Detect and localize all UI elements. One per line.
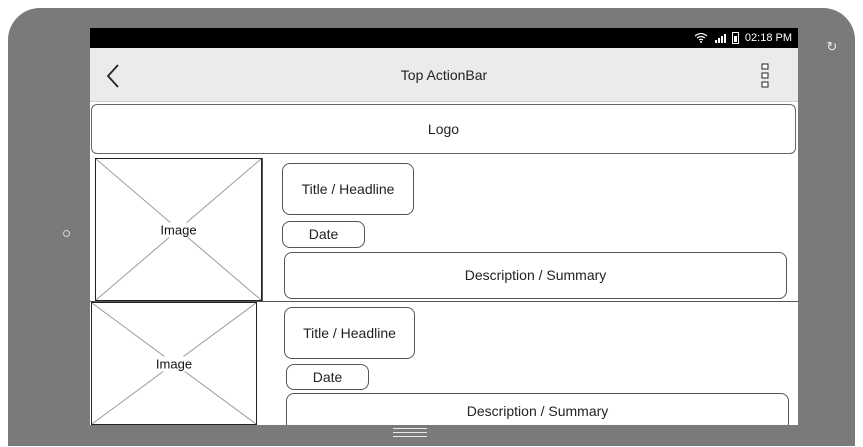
description-summary[interactable]: Description / Summary	[284, 252, 787, 299]
home-dot-icon[interactable]	[63, 230, 70, 237]
battery-icon	[731, 32, 739, 44]
signal-icon	[714, 34, 726, 43]
description-summary[interactable]: Description / Summary	[286, 393, 789, 425]
logo: Logo	[91, 104, 796, 154]
date-field: Date	[282, 221, 365, 248]
wifi-icon	[694, 33, 708, 43]
rotate-icon[interactable]: ↻	[821, 40, 843, 54]
article-image[interactable]: Image	[91, 302, 257, 425]
article-image[interactable]: Image	[95, 158, 262, 301]
title-headline[interactable]: Title / Headline	[284, 307, 415, 359]
top-action-bar: Top ActionBar	[90, 48, 798, 102]
screen: 02:18 PM Top ActionBar Logo Image Title …	[90, 28, 798, 425]
date-field: Date	[286, 364, 369, 390]
action-bar-title: Top ActionBar	[400, 67, 488, 83]
title-headline[interactable]: Title / Headline	[282, 163, 414, 215]
image-label: Image	[158, 222, 199, 237]
vertical-dots-icon[interactable]	[760, 62, 770, 90]
row-divider	[262, 158, 263, 301]
image-label: Image	[153, 356, 195, 371]
status-time: 02:18 PM	[744, 32, 792, 44]
nav-handle-icon[interactable]	[393, 428, 427, 438]
status-bar: 02:18 PM	[90, 28, 798, 48]
